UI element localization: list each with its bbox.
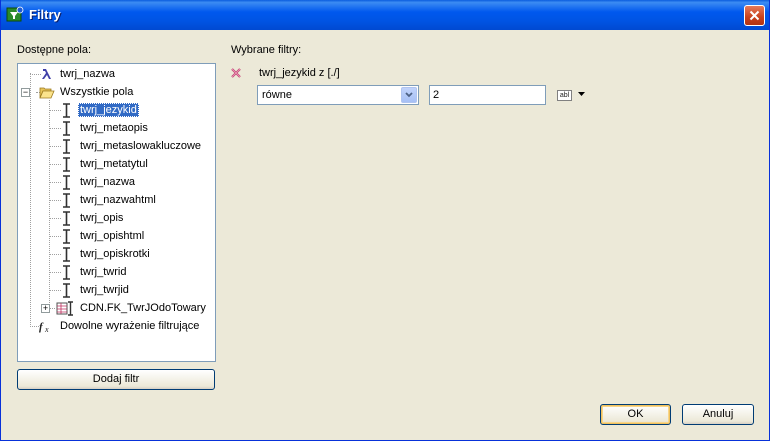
field-ibeam-icon [63, 157, 70, 172]
filter-value-input[interactable]: 2 [429, 85, 546, 105]
tree-item-field[interactable]: twrj_nazwa [18, 173, 215, 191]
window-title: Filtry [29, 7, 61, 22]
tree-item-label: twrj_twrid [80, 266, 127, 278]
svg-text:x: x [44, 325, 49, 333]
tree-item-label: twrj_metatytul [80, 158, 148, 170]
tree-item-label: twrj_opis [80, 212, 124, 224]
field-ibeam-icon [63, 211, 70, 226]
field-ibeam-icon [63, 247, 70, 262]
tree-item-label: twrj_nazwahtml [80, 194, 156, 206]
tree-item-label: Wszystkie pola [60, 86, 134, 98]
title-bar: Filtry [1, 0, 769, 30]
expand-toggle[interactable]: + [41, 304, 50, 313]
filter-app-icon [6, 6, 24, 22]
tree-item-root-nazwa[interactable]: twrj_nazwa [18, 65, 215, 83]
field-ibeam-icon [63, 175, 70, 190]
tree-item-field[interactable]: twrj_twrjid [18, 281, 215, 299]
tree-item-field[interactable]: twrj_opishtml [18, 227, 215, 245]
selected-filters-label: Wybrane filtry: [231, 44, 302, 56]
tree-item-label: twrj_metaslowakluczowe [80, 140, 202, 152]
tree-item-relation[interactable]: + CDN.FK_TwrJOdoTowary [18, 299, 215, 317]
tree-item-label: Dowolne wyrażenie filtrujące [60, 320, 200, 332]
field-ibeam-icon [63, 283, 70, 298]
function-icon: f x [39, 321, 49, 333]
value-type-dropdown-icon[interactable] [578, 92, 585, 97]
tree-item-field[interactable]: twrj_metaopis [18, 119, 215, 137]
filter-title: twrj_jezykid z [./] [259, 67, 340, 79]
tree-item-all-fields[interactable]: − Wszystkie pola [18, 83, 215, 101]
field-ibeam-icon [63, 229, 70, 244]
dropdown-button[interactable] [401, 87, 417, 103]
add-filter-button[interactable]: Dodaj filtr [17, 369, 215, 390]
lambda-icon [42, 69, 51, 79]
open-folder-icon [39, 87, 55, 99]
field-ibeam-icon [63, 139, 70, 154]
tree-item-field[interactable]: twrj_twrid [18, 263, 215, 281]
svg-text:f: f [39, 321, 44, 333]
tree-item-field[interactable]: twrj_jezykid [18, 101, 215, 119]
filters-dialog: Filtry Dostępne pola: twrj_nazwa − Wszys… [0, 0, 770, 441]
tree-item-field[interactable]: twrj_metaslowakluczowe [18, 137, 215, 155]
tree-item-label: twrj_metaopis [80, 122, 148, 134]
tree-item-field[interactable]: twrj_opiskrotki [18, 245, 215, 263]
operator-value: równe [262, 89, 292, 101]
tree-item-label: twrj_opiskrotki [80, 248, 150, 260]
field-ibeam-icon [63, 103, 70, 118]
tree-item-label: twrj_jezykid [78, 103, 139, 117]
close-button[interactable] [744, 5, 765, 26]
available-fields-label: Dostępne pola: [17, 44, 91, 56]
tree-item-field[interactable]: twrj_nazwahtml [18, 191, 215, 209]
tree-item-field[interactable]: twrj_metatytul [18, 155, 215, 173]
fields-tree[interactable]: twrj_nazwa − Wszystkie pola twrj_jezykid… [17, 63, 216, 362]
field-ibeam-icon [63, 121, 70, 136]
tree-item-label: twrj_opishtml [80, 230, 145, 242]
cancel-button[interactable]: Anuluj [682, 404, 754, 425]
ok-button[interactable]: OK [600, 404, 671, 425]
chevron-down-icon [405, 92, 413, 98]
remove-filter-icon[interactable] [230, 67, 242, 79]
tree-item-label: CDN.FK_TwrJOdoTowary [80, 302, 206, 314]
collapse-toggle[interactable]: − [21, 88, 30, 97]
close-icon [749, 10, 760, 21]
relation-table-icon [56, 301, 73, 316]
field-ibeam-icon [63, 193, 70, 208]
tree-item-label: twrj_nazwa [60, 68, 116, 80]
tree-item-label: twrj_twrjid [80, 284, 129, 296]
field-ibeam-icon [63, 265, 70, 280]
value-type-icon[interactable]: abl [557, 90, 572, 101]
tree-item-field[interactable]: twrj_opis [18, 209, 215, 227]
tree-item-label: twrj_nazwa [80, 176, 136, 188]
tree-item-expression[interactable]: f x Dowolne wyrażenie filtrujące [18, 317, 215, 335]
operator-select[interactable]: równe [257, 85, 419, 105]
